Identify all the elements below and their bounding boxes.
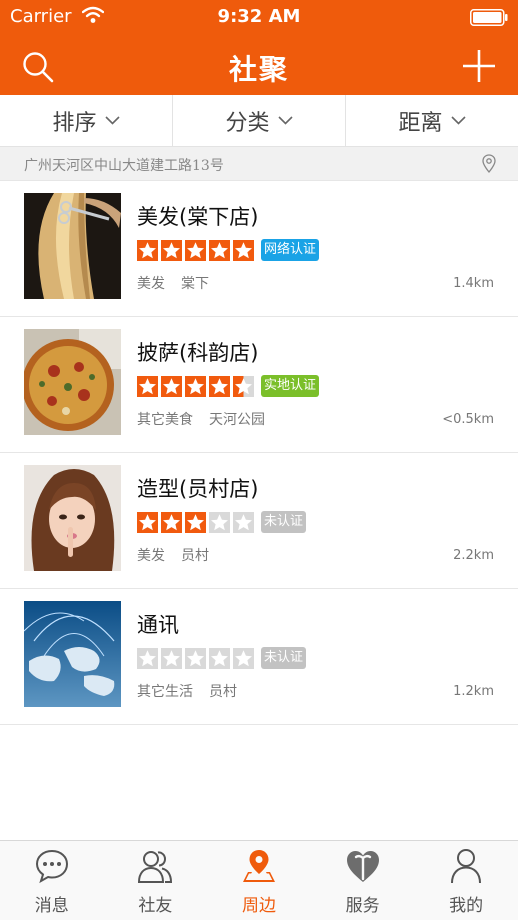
tab-messages[interactable]: 消息 (0, 841, 104, 920)
person-icon (451, 849, 482, 884)
shop-name: 美发(棠下店) (137, 205, 259, 229)
list-item[interactable]: 通讯 未认证 其它生活 员村 1.2km (0, 589, 518, 725)
tab-bar: 消息 社友 周边 服务 我的 (0, 840, 518, 920)
chevron-down-icon (450, 116, 466, 125)
filter-bar: 排序 分类 距离 (0, 95, 518, 147)
shop-meta: 其它生活 员村 (137, 681, 237, 701)
filter-label: 距离 (398, 110, 443, 136)
pizza-photo (24, 329, 121, 435)
tab-label: 社友 (138, 896, 173, 916)
shop-area: 员村 (181, 548, 209, 564)
shop-category: 美发 (137, 548, 165, 564)
shop-name: 披萨(科韵店) (137, 341, 259, 365)
tab-label: 消息 (34, 896, 69, 916)
portrait-photo (24, 465, 121, 571)
tab-me[interactable]: 我的 (414, 841, 518, 920)
filter-category[interactable]: 分类 (172, 95, 345, 146)
filter-sort[interactable]: 排序 (0, 95, 172, 146)
star-icon (185, 239, 206, 261)
star-rating: 未认证 (137, 647, 307, 669)
hair-salon-photo (24, 193, 121, 299)
star-icon (137, 375, 158, 397)
shop-meta: 其它美食 天河公园 (137, 409, 265, 429)
star-rating: 实地认证 (137, 375, 320, 397)
heart-hands-icon (346, 851, 379, 882)
shop-distance: 2.2km (453, 548, 494, 563)
star-icon (185, 511, 206, 533)
star-rating: 网络认证 (137, 239, 320, 261)
shop-distance: <0.5km (442, 412, 494, 427)
shop-area: 员村 (209, 684, 237, 700)
star-icon (185, 647, 206, 669)
star-icon (233, 647, 254, 669)
chat-bubble-icon (35, 849, 68, 884)
location-pin-icon[interactable] (482, 154, 496, 173)
star-icon (233, 375, 254, 397)
shop-meta: 美发 棠下 (137, 273, 209, 293)
star-icon (209, 647, 230, 669)
status-bar: Carrier 9:32 AM (0, 0, 518, 35)
shop-category: 其它美食 (137, 412, 193, 428)
star-icon (209, 511, 230, 533)
world-map-photo (24, 601, 121, 707)
shop-area: 棠下 (181, 276, 209, 292)
tab-label: 我的 (449, 896, 484, 916)
shop-category: 美发 (137, 276, 165, 292)
location-map-icon (242, 850, 275, 882)
add-icon[interactable] (462, 49, 496, 83)
star-icon (137, 647, 158, 669)
star-rating: 未认证 (137, 511, 307, 533)
list-item[interactable]: 披萨(科韵店) 实地认证 其它美食 天河公园 <0.5km (0, 317, 518, 453)
shop-meta: 美发 员村 (137, 545, 209, 565)
tab-nearby[interactable]: 周边 (207, 841, 311, 920)
shop-name: 通讯 (137, 613, 179, 637)
star-icon (161, 239, 182, 261)
filter-label: 排序 (52, 110, 97, 136)
chevron-down-icon (277, 116, 293, 125)
filter-distance[interactable]: 距离 (345, 95, 518, 146)
nav-bar: 社聚 (0, 35, 518, 95)
tab-services[interactable]: 服务 (311, 841, 415, 920)
star-icon (137, 511, 158, 533)
star-icon (209, 375, 230, 397)
list-item[interactable]: 造型(员村店) 未认证 美发 员村 2.2km (0, 453, 518, 589)
shop-area: 天河公园 (209, 412, 265, 428)
page-title: 社聚 (228, 53, 289, 86)
star-icon (137, 239, 158, 261)
battery-icon (470, 9, 508, 26)
shop-category: 其它生活 (137, 684, 193, 700)
verification-badge: 实地认证 (261, 375, 320, 397)
star-icon (185, 375, 206, 397)
tab-friends[interactable]: 社友 (104, 841, 208, 920)
star-icon (233, 239, 254, 261)
list-item[interactable]: 美发(棠下店) 网络认证 美发 棠下 1.4km (0, 181, 518, 317)
current-address: 广州天河区中山大道建工路13号 (24, 158, 224, 174)
verification-badge: 未认证 (261, 511, 307, 533)
address-bar[interactable]: 广州天河区中山大道建工路13号 (0, 147, 518, 181)
star-icon (161, 375, 182, 397)
clock: 9:32 AM (217, 6, 301, 27)
shop-distance: 1.2km (453, 684, 494, 699)
chevron-down-icon (104, 116, 120, 125)
star-icon (209, 239, 230, 261)
verification-badge: 网络认证 (261, 239, 320, 261)
shop-name: 造型(员村店) (137, 477, 259, 501)
tab-label: 服务 (345, 896, 380, 916)
tab-label: 周边 (241, 896, 276, 916)
friends-icon (138, 851, 173, 883)
shop-list: 美发(棠下店) 网络认证 美发 棠下 1.4km 披萨(科韵店) 实地认证 其它… (0, 181, 518, 725)
shop-distance: 1.4km (453, 276, 494, 291)
star-icon (161, 647, 182, 669)
verification-badge: 未认证 (261, 647, 307, 669)
star-icon (161, 511, 182, 533)
filter-label: 分类 (225, 110, 270, 136)
star-icon (233, 511, 254, 533)
